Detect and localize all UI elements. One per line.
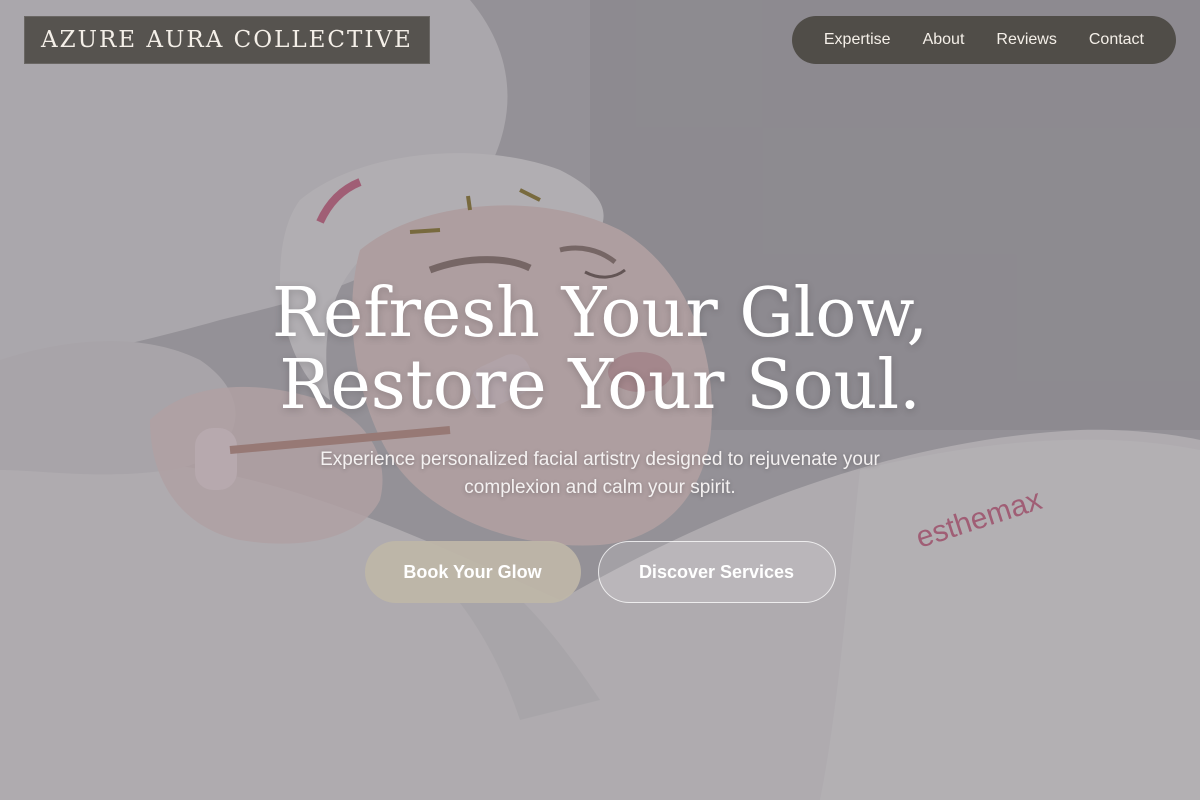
hero-headline: Refresh Your Glow, Restore Your Soul. [0,278,1200,422]
hero-section: esthemax AZURE AURA COLLECTIVE Expertise… [0,0,1200,800]
book-your-glow-button[interactable]: Book Your Glow [364,541,581,603]
nav-link-expertise[interactable]: Expertise [808,31,907,49]
nav-link-contact[interactable]: Contact [1073,31,1160,49]
nav-link-about[interactable]: About [907,31,981,49]
cta-group: Book Your Glow Discover Services [0,541,1200,603]
discover-services-button[interactable]: Discover Services [597,541,836,603]
brand-name: AZURE AURA COLLECTIVE [41,27,413,53]
headline-line-2: Restore Your Soul. [279,346,921,425]
headline-line-1: Refresh Your Glow, [271,274,929,353]
hero-subheadline: Experience personalized facial artistry … [320,449,880,498]
main-navigation: Expertise About Reviews Contact [791,16,1176,64]
nav-link-reviews[interactable]: Reviews [980,31,1072,49]
brand-logo[interactable]: AZURE AURA COLLECTIVE [24,16,430,64]
